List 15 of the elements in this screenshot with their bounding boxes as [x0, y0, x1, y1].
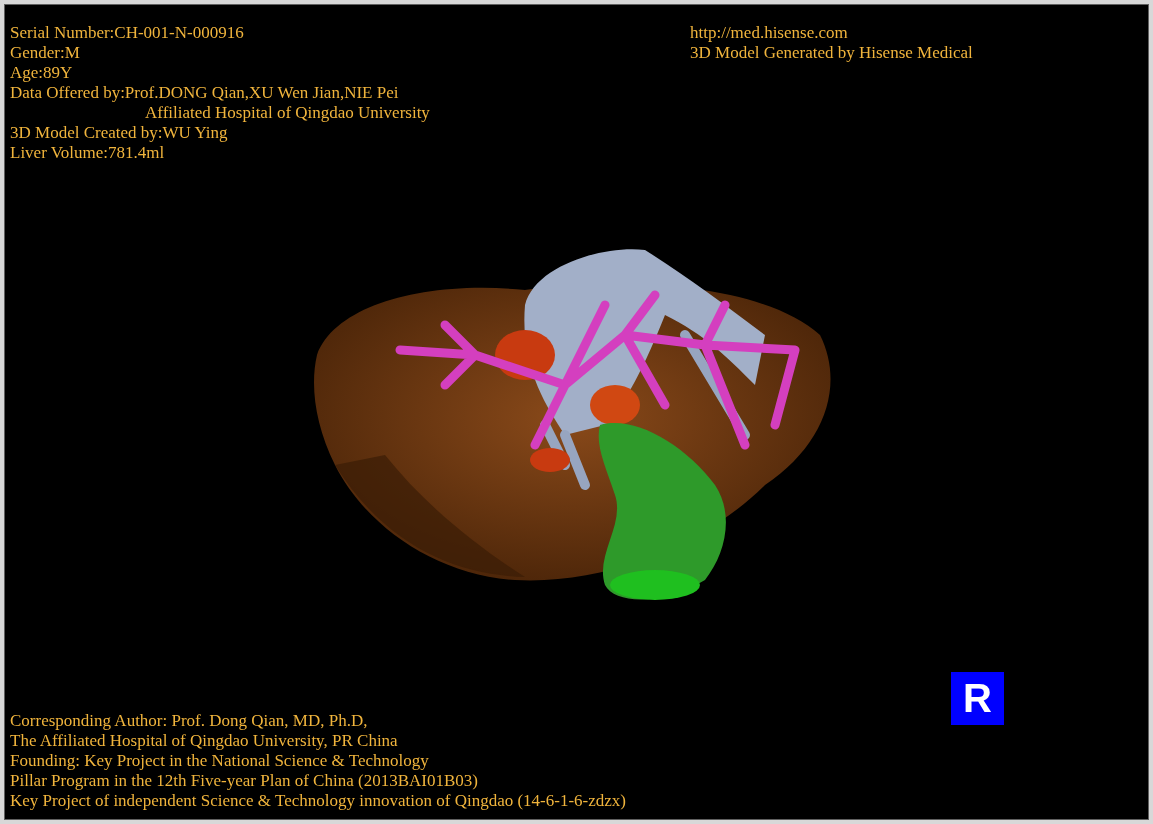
info-text: Liver Volume:781.4ml: [10, 143, 166, 163]
orientation-marker: R: [951, 672, 1004, 725]
footer-text: Pillar Program in the 12th Five-year Plan of China (2013BAI01B03): [10, 771, 479, 791]
info-text: Serial Number:CH-001-N-000916: [10, 23, 245, 43]
info-text: Age:89Y: [10, 63, 74, 83]
credit-text: http://med.hisense.com: [690, 23, 849, 43]
footer-text: Corresponding Author: Prof. Dong Qian, MD, Ph.D,: [10, 711, 369, 731]
credit-text: 3D Model Generated by Hisense Medical: [690, 43, 973, 63]
info-text: Data Offered by:Prof.DONG Qian,XU Wen Jian,NIE Pei: [10, 83, 400, 103]
info-text: Gender:M: [10, 43, 81, 63]
info-text: Affiliated Hospital of Qingdao University: [144, 103, 431, 123]
footer-text: Founding: Key Project in the National Science & Technology: [10, 751, 430, 771]
footer-text: The Affiliated Hospital of Qingdao University, PR China: [10, 731, 399, 751]
footer-text: Key Project of independent Science & Technology innovation of Qingdao (14-6-1-6-zdzx): [10, 791, 626, 811]
info-text: 3D Model Created by:WU Ying: [10, 123, 229, 143]
